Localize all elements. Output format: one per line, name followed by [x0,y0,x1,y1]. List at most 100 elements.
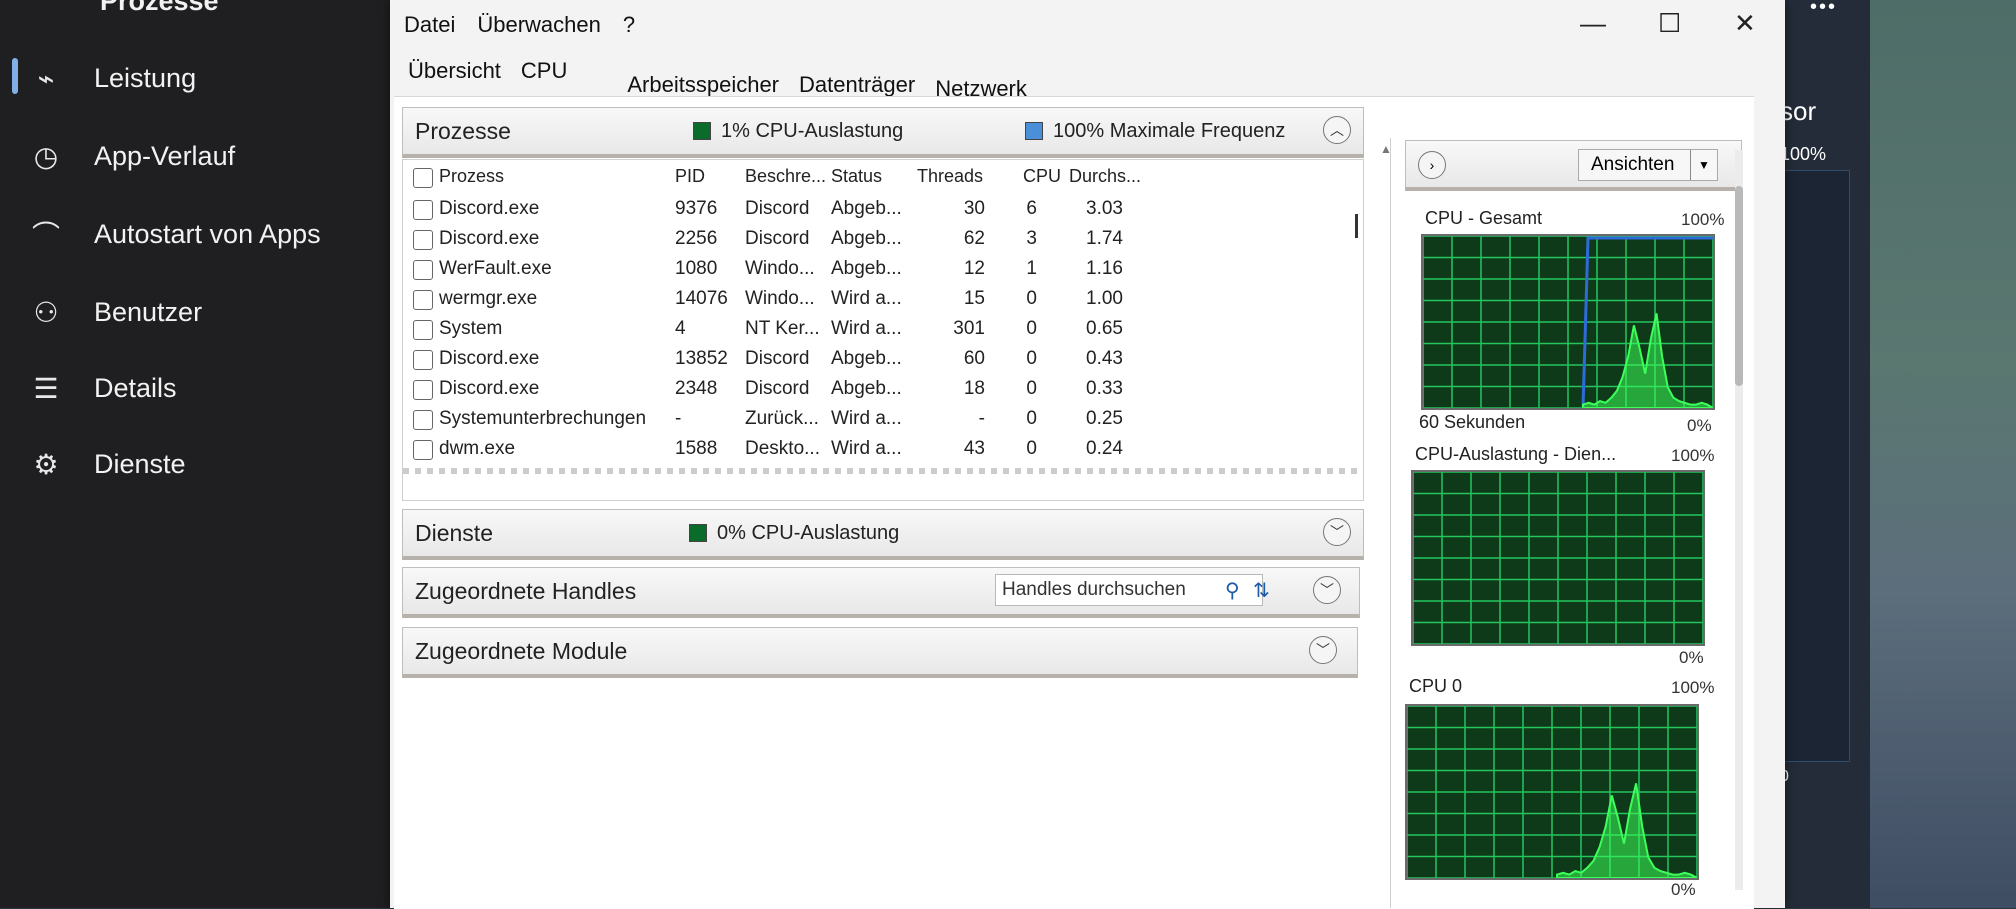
table-row[interactable]: Discord.exe 13852 Discord Abgeb... 60 0 0.43 [403,348,1363,378]
freq-swatch [1025,122,1043,140]
modules-header[interactable]: Zugeordnete Module ﹀ [402,627,1358,678]
handles-search-input[interactable]: Handles durchsuchen [995,574,1263,606]
services-title: Dienste [415,519,493,546]
chevron-down-icon[interactable]: ﹀ [1323,518,1351,546]
dropdown-arrow-icon[interactable]: ▼ [1690,150,1717,180]
cell-avg: 1.74 [1086,228,1123,249]
cell-threads: 12 [963,258,985,279]
table-row[interactable]: Discord.exe 2348 Discord Abgeb... 18 0 0.33 [403,378,1363,408]
task-manager-sidebar: Prozesse ⌁ Leistung ◷ App-Verlauf ⌒ Auto… [0,0,400,908]
col-pid[interactable]: PID [675,166,705,187]
scroll-thumb[interactable] [1735,186,1743,386]
col-process[interactable]: Prozess [439,166,504,187]
menu-help[interactable]: ? [623,12,635,38]
table-row[interactable]: Systemunterbrechungen - Zurück... Wird a...… [403,408,1363,438]
cpu-services-bottom: 0% [1679,648,1704,667]
cell-desc: Zurück... [745,408,819,429]
table-row[interactable]: Discord.exe 9376 Discord Abgeb... 30 6 3.03 [403,198,1363,228]
row-checkbox[interactable] [413,320,433,340]
row-checkbox[interactable] [413,350,433,370]
chevron-down-icon[interactable]: ﹀ [1313,576,1341,604]
cell-avg: 0.33 [1086,378,1123,399]
cpu-total-graph [1421,234,1715,410]
row-checkbox[interactable] [413,230,433,250]
services-cpu-swatch [689,524,707,542]
cell-avg: 1.00 [1086,288,1123,309]
nav-item-leistung[interactable]: ⌁ Leistung [28,60,197,96]
cell-pid: 2256 [675,228,718,249]
panel-title-fragment: sor [1780,96,1817,126]
more-icon[interactable]: ••• [1810,0,1837,19]
close-button[interactable]: ✕ [1734,8,1756,39]
row-checkbox[interactable] [413,380,433,400]
table-row[interactable]: Discord.exe 2256 Discord Abgeb... 62 3 1.74 [403,228,1363,258]
select-all-checkbox[interactable] [413,168,433,188]
cell-cpu: 1 [1026,258,1037,279]
col-threads[interactable]: Threads [917,166,983,187]
row-checkbox[interactable] [413,290,433,310]
col-desc[interactable]: Beschre... [745,166,826,187]
cpu-usage-label: 1% CPU-Auslastung [721,119,904,142]
cell-threads: 30 [963,198,985,219]
nav-item-dienste[interactable]: ⚙ Dienste [28,446,185,482]
search-icon[interactable]: ⚲ [1225,578,1240,603]
partial-row [403,468,1363,474]
cpu-total-top: 100% [1681,210,1725,229]
col-avg[interactable]: Durchs... [1069,166,1141,187]
time-span-label: 60 Sekunden [1419,412,1526,432]
cell-cpu: 0 [1026,288,1037,309]
handles-header[interactable]: Zugeordnete Handles Handles durchsuchen … [402,567,1360,618]
processes-header[interactable]: Prozesse 1% CPU-Auslastung 100% Maximale… [402,107,1364,158]
cell-status: Abgeb... [831,198,902,219]
nav-item-processes[interactable]: Prozesse [100,0,219,17]
views-button[interactable]: Ansichten ▼ [1578,149,1718,181]
refresh-icon[interactable]: ⇅ [1253,578,1270,603]
row-checkbox[interactable] [413,200,433,220]
cell-cpu: 0 [1026,408,1037,429]
table-row[interactable]: dwm.exe 1588 Deskto... Wird a... 43 0 0.24 [403,438,1363,468]
cell-name: dwm.exe [439,438,516,459]
table-row[interactable]: wermgr.exe 14076 Windo... Wird a... 15 0 1.00 [403,288,1363,318]
cell-avg: 1.16 [1086,258,1123,279]
nav-item-app-verlauf[interactable]: ◷ App-Verlauf [28,138,235,174]
nav-item-details[interactable]: ☰ Details [28,370,176,406]
cell-avg: 3.03 [1086,198,1123,219]
row-checkbox[interactable] [413,410,433,430]
cell-threads: - [978,408,985,429]
chevron-up-icon[interactable]: ︿ [1323,116,1351,144]
views-label: Ansichten [1591,154,1675,175]
col-status[interactable]: Status [831,166,882,187]
modules-title: Zugeordnete Module [415,637,628,664]
nav-item-autostart[interactable]: ⌒ Autostart von Apps [28,216,321,252]
services-header[interactable]: Dienste 0% CPU-Auslastung ﹀ [402,509,1364,560]
collapse-arrow-icon[interactable]: ▲ [1380,142,1392,156]
cell-name: wermgr.exe [439,288,538,309]
chevron-right-icon[interactable]: › [1418,151,1446,179]
nav-item-benutzer[interactable]: ⚇ Benutzer [28,294,202,330]
history-icon: ◷ [33,140,59,172]
table-row[interactable]: System 4 NT Ker... Wird a... 301 0 0.65 [403,318,1363,348]
cell-status: Wird a... [831,288,902,309]
panel-separator[interactable] [1390,138,1391,908]
cell-name: Discord.exe [439,378,540,399]
col-cpu[interactable]: CPU [1023,166,1061,187]
maximize-button[interactable]: ☐ [1658,8,1681,39]
row-checkbox[interactable] [413,260,433,280]
title-bar: Datei Überwachen ? — ☐ ✕ [390,0,1785,50]
cpu-window: Datei Überwachen ? — ☐ ✕ Übersicht CPU A… [390,0,1785,909]
cell-threads: 18 [963,378,985,399]
cpu-swatch [693,122,711,140]
table-scroll-marker[interactable] [1355,214,1358,238]
cell-avg: 0.25 [1086,408,1123,429]
panel-scrollbar[interactable] [1735,150,1743,890]
menu-datei[interactable]: Datei [404,12,455,38]
cpu-services-top: 100% [1671,446,1715,465]
table-row[interactable]: WerFault.exe 1080 Windo... Abgeb... 12 1 1.16 [403,258,1363,288]
minimize-button[interactable]: — [1580,8,1606,39]
row-checkbox[interactable] [413,440,433,460]
cell-threads: 43 [963,438,985,459]
max-freq-label: 100% Maximale Frequenz [1053,119,1286,142]
nav-label: App-Verlauf [94,140,236,171]
menu-ueberwachen[interactable]: Überwachen [477,12,601,38]
chevron-down-icon[interactable]: ﹀ [1309,636,1337,664]
